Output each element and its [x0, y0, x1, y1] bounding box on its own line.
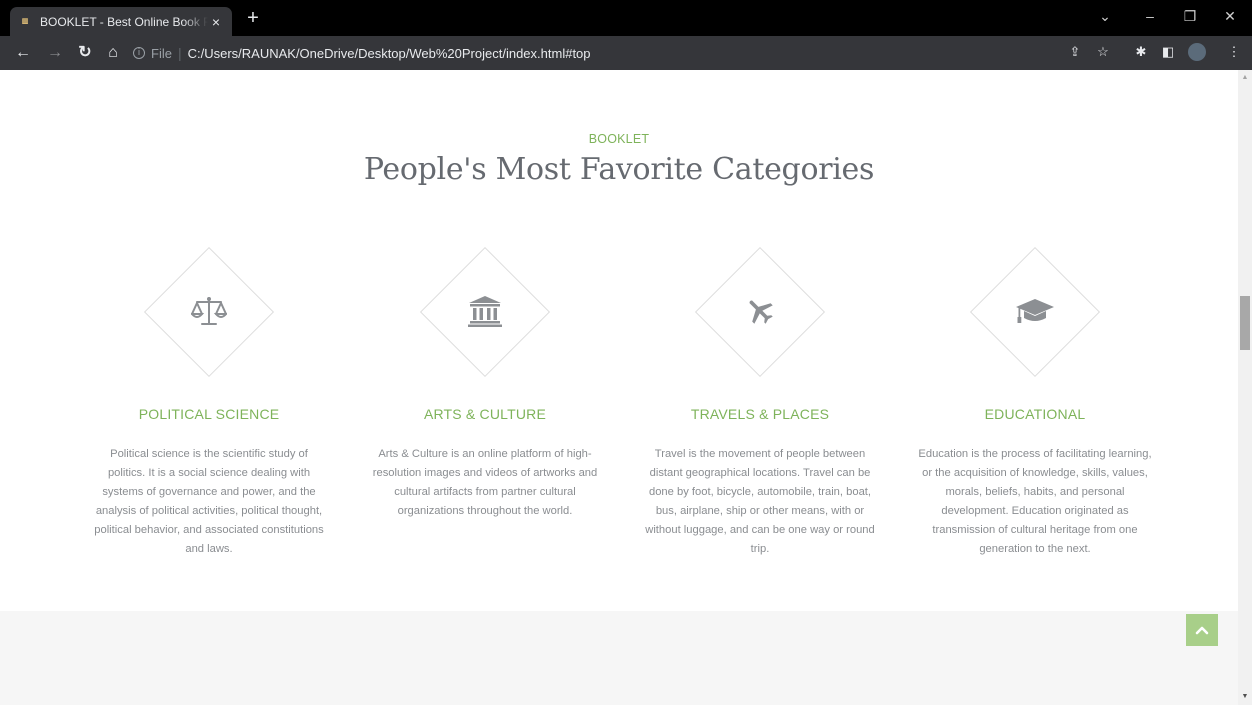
tab-close-icon[interactable]: ×	[208, 15, 224, 29]
forward-arrow-icon[interactable]: →	[46, 44, 64, 62]
category-title[interactable]: POLITICAL SCIENCE	[84, 406, 334, 422]
restore-icon[interactable]: ❐	[1182, 8, 1198, 24]
extensions-puzzle-icon[interactable]: ✱	[1133, 44, 1149, 60]
site-info-icon[interactable]: i	[133, 47, 145, 59]
category-description: Education is the process of facilitating…	[918, 448, 1152, 555]
page-scrollbar[interactable]: ▲ ▼	[1238, 70, 1252, 705]
booklet-favicon-icon: ▥	[21, 18, 29, 25]
category-title[interactable]: EDUCATIONAL	[910, 406, 1160, 422]
tab-search-icon[interactable]: ⌄	[1097, 8, 1113, 24]
new-tab-button[interactable]: +	[243, 8, 263, 28]
category-description: Arts & Culture is an online platform of …	[372, 448, 598, 517]
scroll-down-arrow-icon[interactable]: ▼	[1238, 691, 1252, 703]
section-eyebrow: BOOKLET	[588, 132, 650, 146]
graduation-cap-icon	[1013, 289, 1057, 333]
category-description: Travel is the movement of people between…	[645, 448, 875, 555]
balance-scale-icon	[187, 289, 231, 333]
category-card-educational[interactable]: EDUCATIONAL Education is the process of …	[910, 246, 1160, 555]
file-label: File	[151, 45, 172, 61]
category-card-travels-places[interactable]: TRAVELS & PLACES Travel is the movement …	[635, 246, 885, 555]
home-icon[interactable]: ⌂	[104, 44, 122, 62]
section-heading: People's Most Favorite Categories	[363, 152, 875, 187]
university-icon	[463, 289, 507, 333]
tab-title: BOOKLET - Best Online Book Reading	[40, 14, 208, 29]
minimize-icon[interactable]: –	[1142, 8, 1158, 24]
category-icon-frame	[910, 246, 1160, 378]
plane-icon	[738, 289, 782, 333]
category-icon-frame	[360, 246, 610, 378]
category-card-political-science[interactable]: POLITICAL SCIENCE Political science is t…	[84, 246, 334, 555]
profile-avatar[interactable]	[1188, 43, 1206, 61]
share-icon[interactable]: ⇪	[1067, 44, 1083, 60]
url-text[interactable]: C:/Users/RAUNAK/OneDrive/Desktop/Web%20P…	[188, 46, 591, 61]
browser-tab-strip: ▥ BOOKLET - Best Online Book Reading × +…	[0, 0, 1252, 36]
scroll-thumb[interactable]	[1240, 296, 1250, 350]
side-panel-icon[interactable]: ◧	[1160, 44, 1176, 60]
browser-tab[interactable]: ▥ BOOKLET - Best Online Book Reading ×	[10, 7, 232, 36]
back-to-top-button[interactable]	[1186, 614, 1218, 646]
scroll-up-arrow-icon[interactable]: ▲	[1238, 72, 1252, 84]
category-description: Political science is the scientific stud…	[94, 448, 324, 555]
category-title[interactable]: TRAVELS & PLACES	[635, 406, 885, 422]
chevron-up-icon	[1195, 626, 1209, 635]
reload-icon[interactable]: ↻	[76, 44, 94, 62]
back-arrow-icon[interactable]: ←	[14, 44, 32, 62]
category-icon-frame	[84, 246, 334, 378]
category-icon-frame	[635, 246, 885, 378]
close-window-icon[interactable]: ✕	[1222, 8, 1238, 24]
browser-menu-icon[interactable]: ⋮	[1226, 44, 1242, 60]
bookmark-star-icon[interactable]: ☆	[1095, 44, 1111, 60]
category-card-arts-culture[interactable]: ARTS & CULTURE Arts & Culture is an onli…	[360, 246, 610, 517]
address-bar[interactable]: i File | C:/Users/RAUNAK/OneDrive/Deskto…	[133, 41, 591, 65]
category-title[interactable]: ARTS & CULTURE	[360, 406, 610, 422]
next-section-band	[0, 611, 1238, 705]
address-separator: |	[177, 45, 182, 61]
page-content: BOOKLET People's Most Favorite Categorie…	[0, 70, 1238, 705]
